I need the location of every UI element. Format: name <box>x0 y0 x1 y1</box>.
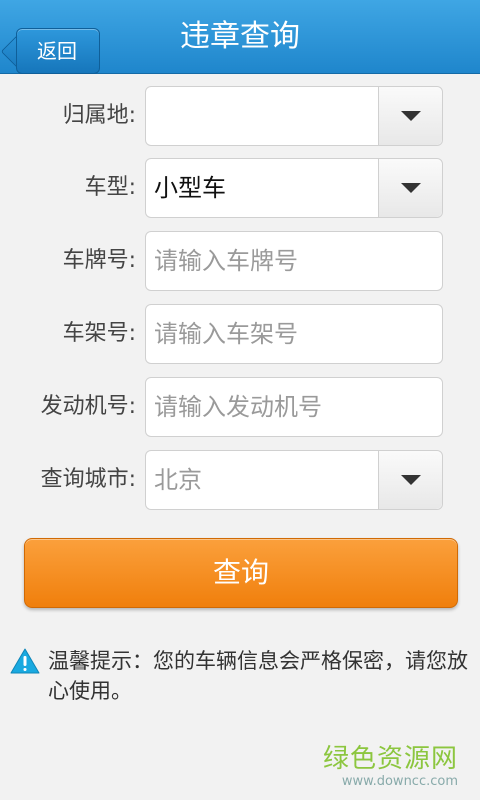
chevron-down-icon <box>401 183 421 193</box>
warning-triangle-icon <box>10 648 40 674</box>
plate-input[interactable]: 请输入车牌号 <box>145 231 443 291</box>
form-row-plate: 车牌号: 请输入车牌号 <box>0 231 480 291</box>
tip-text: 温馨提示：您的车辆信息会严格保密，请您放心使用。 <box>48 649 468 703</box>
engine-input[interactable]: 请输入发动机号 <box>145 377 443 437</box>
engine-label: 发动机号: <box>40 394 136 419</box>
frame-input[interactable]: 请输入车架号 <box>145 304 443 364</box>
city-value: 北京 <box>154 466 202 494</box>
form-row-frame: 车架号: 请输入车架号 <box>0 304 480 364</box>
vehicle-type-label: 车型: <box>84 175 136 200</box>
back-button-wrap[interactable]: 返回 <box>8 14 100 74</box>
chevron-down-icon <box>401 111 421 121</box>
form-row-region: 归属地: <box>0 86 480 146</box>
vehicle-type-select[interactable]: 小型车 <box>145 158 443 218</box>
chevron-down-icon <box>401 475 421 485</box>
form-row-engine: 发动机号: 请输入发动机号 <box>0 377 480 437</box>
vehicle-type-value: 小型车 <box>154 174 226 202</box>
watermark: 绿色资源网 www.downcc.com <box>323 744 458 790</box>
vehicle-type-dropdown-button[interactable] <box>378 159 442 217</box>
watermark-url: www.downcc.com <box>341 774 458 789</box>
form-row-city: 查询城市: 北京 <box>0 450 480 510</box>
city-select[interactable]: 北京 <box>145 450 443 510</box>
region-label: 归属地: <box>62 103 136 128</box>
page-title-text: 违章查询 <box>180 19 300 54</box>
city-label: 查询城市: <box>40 467 136 492</box>
region-select[interactable] <box>145 86 443 146</box>
frame-label: 车架号: <box>62 321 136 346</box>
form-row-vehicle-type: 车型: 小型车 <box>0 158 480 218</box>
city-dropdown-button[interactable] <box>378 451 442 509</box>
back-button[interactable]: 返回 <box>16 28 100 74</box>
region-dropdown-button[interactable] <box>378 87 442 145</box>
watermark-name: 绿色资源网 <box>322 744 458 774</box>
plate-label: 车牌号: <box>62 248 136 273</box>
query-button[interactable]: 查询 <box>24 538 458 608</box>
header-bar: 返回 违章查询 <box>0 0 480 74</box>
